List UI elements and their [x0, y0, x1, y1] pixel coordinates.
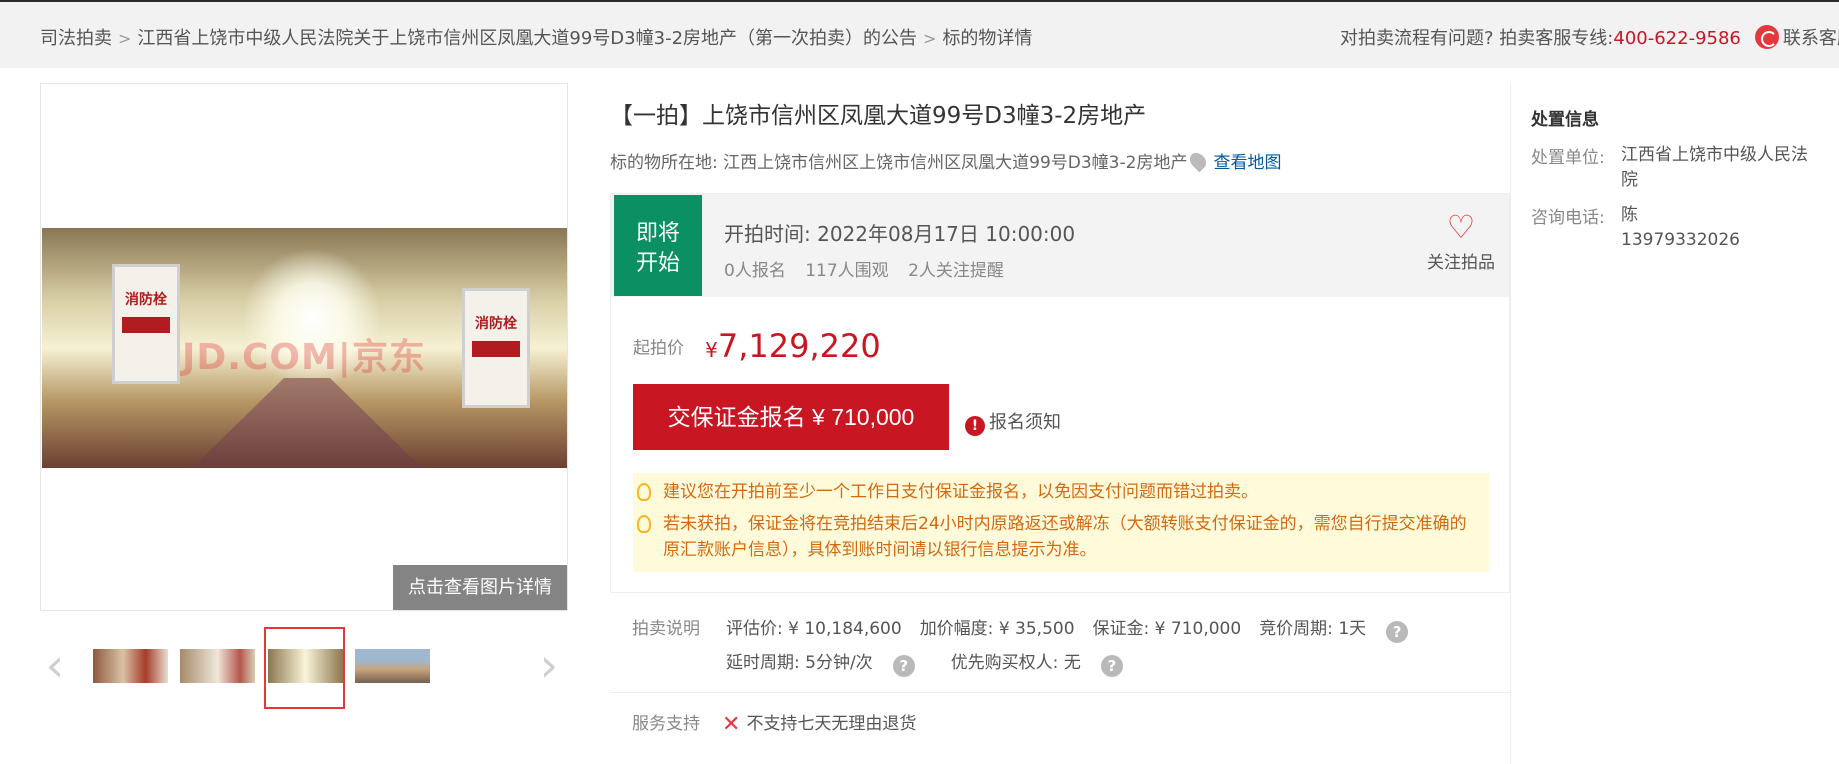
description-line-2: 延时周期: 5分钟/次? 优先购买权人: 无?	[726, 648, 1159, 677]
hotline-number: 400-622-9586	[1613, 28, 1741, 49]
tips-panel: 建议您在开拍前至少一个工作日支付保证金报名，以免因支付问题而错过拍卖。 若未获拍…	[633, 473, 1489, 572]
delay-period: 延时周期: 5分钟/次?	[726, 653, 933, 677]
view-image-detail-button[interactable]: 点击查看图片详情	[393, 565, 567, 610]
follow-item-button[interactable]: ♡ 关注拍品	[1421, 210, 1501, 273]
lightbulb-icon	[637, 483, 651, 501]
watermark: JD.COM|京东	[182, 337, 426, 378]
hotline-label: 拍卖客服专线:	[1499, 28, 1614, 49]
breadcrumb-separator: >	[923, 29, 937, 48]
item-title: 【一拍】上饶市信州区凤凰大道99号D3幢3-2房地产	[610, 103, 1147, 129]
reminder-count: 2人关注提醒	[908, 261, 1004, 281]
tip-item: 建议您在开拍前至少一个工作日支付保证金报名，以免因支付问题而错过拍卖。	[637, 479, 1479, 505]
description-line-1: 评估价: ¥ 10,184,600 加价幅度: ¥ 35,500 保证金: ¥ 71…	[726, 614, 1426, 643]
contact-phone: 13979332026	[1621, 230, 1740, 250]
breadcrumb-item-announcement[interactable]: 江西省上饶市中级人民法院关于上饶市信州区凤凰大道99号D3幢3-2房地产（第一次…	[137, 28, 917, 49]
contact-name: 陈	[1621, 205, 1638, 225]
auction-header: 即将 开始 开拍时间: 2022年08月17日 10:00:00 0人报名 11…	[611, 194, 1509, 297]
view-count: 117人围观	[805, 261, 889, 281]
start-price-value: ¥7,129,220	[705, 327, 881, 365]
status-badge: 即将 开始	[614, 195, 702, 296]
location-label: 标的物所在地:	[610, 153, 718, 173]
thumbnail-2[interactable]	[180, 649, 255, 683]
service-support: 服务支持 ✕ 不支持七天无理由退货	[632, 709, 916, 737]
thumbnail-selected-frame	[264, 627, 345, 709]
signup-notice-link[interactable]: ! 报名须知	[965, 408, 1061, 436]
disposal-unit-label: 处置单位:	[1531, 148, 1605, 168]
question-icon[interactable]: ?	[892, 655, 915, 677]
question-icon[interactable]: ?	[1386, 621, 1409, 643]
photo-floor	[192, 378, 422, 468]
consult-phone: 咨询电话: 陈 13979332026	[1531, 203, 1740, 250]
bidding-period: 竞价周期: 1天?	[1259, 619, 1426, 643]
tip-item: 若未获拍，保证金将在竞拍结束后24小时内原路返还或解冻（大额转账支付保证金的，需…	[637, 511, 1479, 563]
contact-service-link[interactable]: 联系客服	[1783, 28, 1839, 49]
start-time-label: 开拍时间:	[724, 222, 811, 246]
disposal-info-panel: 处置信息 处置单位: 江西省上饶市中级人民法院 咨询电话: 陈 139793320…	[1510, 83, 1839, 764]
thumbnail-4[interactable]	[355, 649, 430, 683]
divider	[610, 692, 1510, 693]
help-question: 对拍卖流程有问题?	[1340, 28, 1494, 49]
start-price: 起拍价 ¥7,129,220	[633, 327, 881, 365]
auction-box: 即将 开始 开拍时间: 2022年08月17日 10:00:00 0人报名 11…	[610, 193, 1510, 593]
service-label: 服务支持	[632, 714, 700, 734]
thumbnail-1[interactable]	[93, 649, 168, 683]
heart-plus-icon: ♡	[1446, 208, 1476, 246]
map-pin-icon	[1187, 149, 1210, 173]
main-photo[interactable]: 消防栓 消防栓 JD.COM|京东	[42, 228, 567, 468]
lightbulb-icon	[637, 515, 651, 533]
photo-sign-right: 消防栓	[462, 288, 530, 408]
follow-item-label: 关注拍品	[1427, 253, 1495, 273]
question-icon[interactable]: ?	[1100, 655, 1123, 677]
breadcrumb-item-current: 标的物详情	[942, 28, 1033, 49]
location-value: 江西上饶市信州区上饶市信州区凤凰大道99号D3幢3-2房地产	[723, 153, 1188, 173]
bid-increment: 加价幅度: ¥ 35,500	[919, 619, 1075, 639]
disposal-unit-value: 江西省上饶市中级人民法院	[1621, 145, 1808, 190]
help-hotline: 对拍卖流程有问题? 拍卖客服专线:400-622-9586 联系客服	[1340, 24, 1839, 50]
description-label: 拍卖说明	[632, 619, 700, 639]
image-gallery: 消防栓 消防栓 JD.COM|京东 点击查看图片详情	[40, 83, 568, 611]
customer-service-icon[interactable]	[1754, 25, 1779, 49]
priority-buyer: 优先购买权人: 无?	[951, 653, 1141, 677]
view-map-link[interactable]: 查看地图	[1213, 153, 1281, 173]
thumbnail-strip: ‹ ›	[40, 625, 568, 709]
top-bar: 司法拍卖 > 江西省上饶市中级人民法院关于上饶市信州区凤凰大道99号D3幢3-2房地…	[0, 0, 1839, 68]
disposal-info-title: 处置信息	[1531, 110, 1599, 130]
breadcrumb-separator: >	[118, 29, 132, 48]
consult-phone-label: 咨询电话:	[1531, 208, 1605, 228]
cross-icon: ✕	[722, 712, 741, 737]
start-price-label: 起拍价	[633, 338, 684, 359]
next-arrow-icon[interactable]: ›	[534, 642, 564, 689]
start-time-value: 2022年08月17日 10:00:00	[817, 222, 1076, 246]
signup-count: 0人报名	[724, 261, 786, 281]
start-time: 开拍时间: 2022年08月17日 10:00:00	[724, 218, 1075, 247]
auction-counts: 0人报名 117人围观 2人关注提醒	[724, 256, 1018, 281]
appraisal-price: 评估价: ¥ 10,184,600	[726, 619, 902, 639]
breadcrumb: 司法拍卖 > 江西省上饶市中级人民法院关于上饶市信州区凤凰大道99号D3幢3-2房地…	[40, 24, 1032, 50]
item-location: 标的物所在地: 江西上饶市信州区上饶市信州区凤凰大道99号D3幢3-2房地产 查看…	[610, 148, 1281, 173]
consult-phone-value: 陈 13979332026	[1621, 203, 1821, 253]
service-text: 不支持七天无理由退货	[746, 714, 917, 734]
photo-sign-left: 消防栓	[112, 264, 180, 384]
deposit-amount: 保证金: ¥ 710,000	[1092, 619, 1242, 639]
exclamation-icon: !	[965, 416, 985, 436]
disposal-unit: 处置单位: 江西省上饶市中级人民法院	[1531, 143, 1808, 190]
breadcrumb-item-judicial-auction[interactable]: 司法拍卖	[40, 28, 112, 49]
prev-arrow-icon[interactable]: ‹	[40, 642, 70, 689]
deposit-signup-button[interactable]: 交保证金报名 ¥ 710,000	[633, 384, 949, 450]
